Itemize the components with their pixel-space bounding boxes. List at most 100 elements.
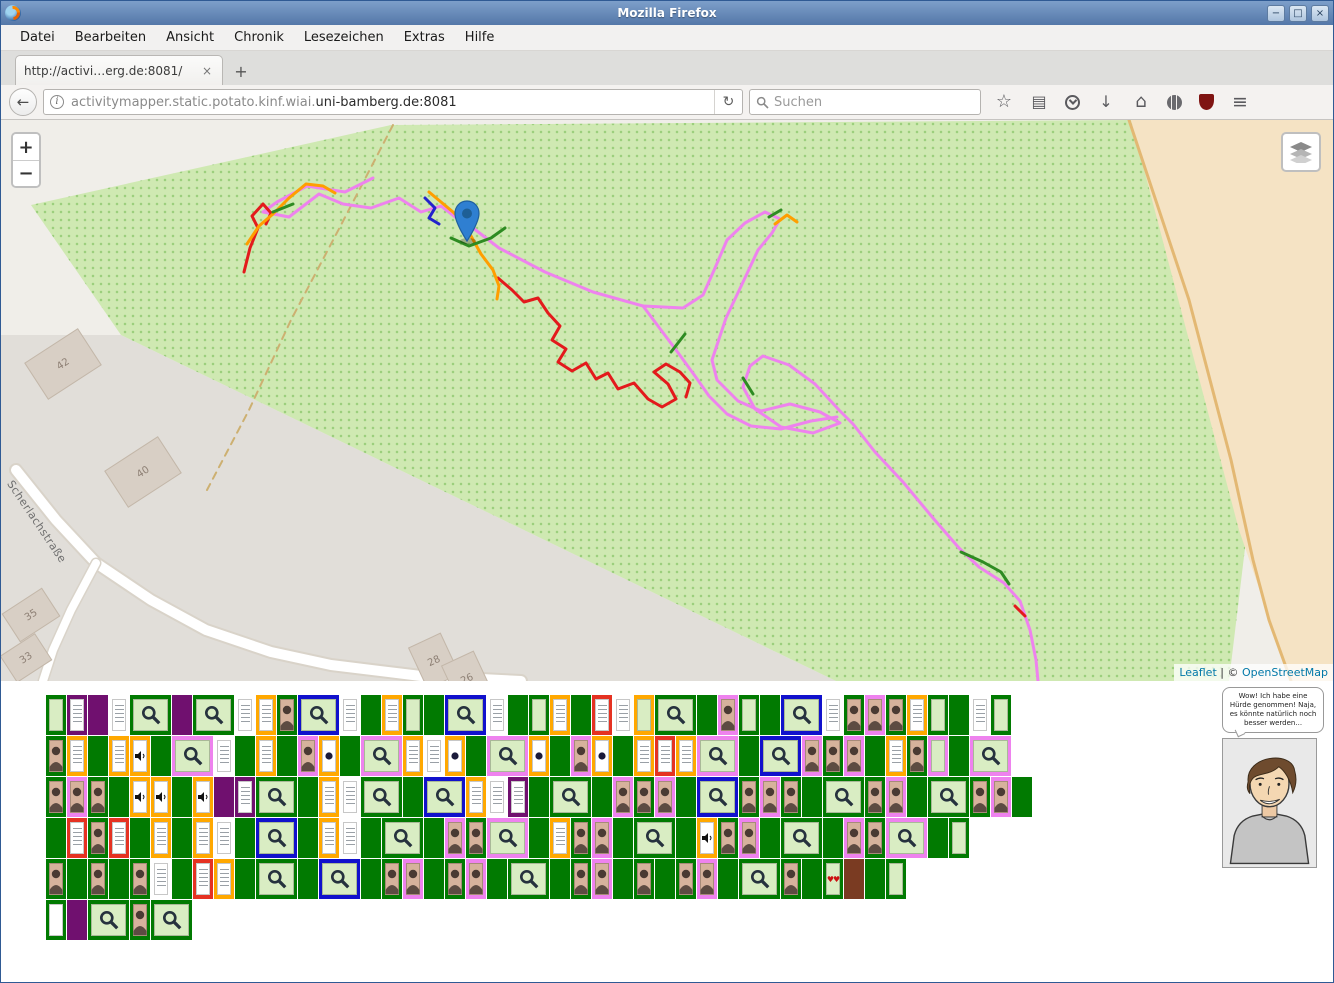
timeline-cell[interactable] (109, 818, 129, 858)
timeline-cell[interactable] (88, 777, 108, 817)
timeline-cell[interactable] (88, 695, 108, 735)
timeline-cell[interactable] (592, 859, 612, 899)
ublock-shield-icon[interactable] (1199, 94, 1214, 110)
home-icon[interactable]: ⌂ (1132, 93, 1150, 111)
timeline-cell[interactable] (592, 695, 612, 735)
timeline-cell[interactable] (172, 695, 192, 735)
timeline-cell[interactable] (298, 695, 339, 735)
timeline-cell[interactable] (193, 818, 213, 858)
timeline-cell[interactable] (256, 859, 297, 899)
timeline-cell[interactable] (151, 900, 192, 940)
timeline-cell[interactable] (634, 695, 654, 735)
timeline-cell[interactable] (487, 736, 528, 776)
timeline-cell[interactable] (193, 695, 234, 735)
timeline-cell[interactable] (46, 818, 66, 858)
timeline-cell[interactable] (403, 736, 423, 776)
timeline-cell[interactable] (46, 777, 66, 817)
timeline-cell[interactable] (886, 695, 906, 735)
timeline-cell[interactable] (256, 818, 297, 858)
timeline-cell[interactable] (550, 777, 591, 817)
timeline-cell[interactable] (298, 859, 318, 899)
timeline-cell[interactable] (865, 818, 885, 858)
close-button[interactable]: × (1311, 5, 1329, 22)
reload-button[interactable]: ↻ (714, 90, 742, 114)
timeline-cell[interactable] (634, 777, 654, 817)
timeline-cell[interactable] (550, 818, 570, 858)
timeline-cell[interactable] (340, 777, 360, 817)
timeline-cell[interactable] (949, 818, 969, 858)
timeline-cell[interactable] (508, 695, 528, 735)
timeline-cell[interactable] (340, 695, 360, 735)
timeline-cell[interactable] (886, 859, 906, 899)
maximize-button[interactable]: □ (1289, 5, 1307, 22)
timeline-cell[interactable] (592, 736, 612, 776)
timeline-cell[interactable] (781, 695, 822, 735)
menu-item-ansicht[interactable]: Ansicht (157, 27, 223, 48)
timeline-cell[interactable] (802, 859, 822, 899)
timeline-cell[interactable] (844, 818, 864, 858)
timeline-cell[interactable] (109, 777, 129, 817)
timeline-cell[interactable] (613, 777, 633, 817)
timeline-cell[interactable] (991, 777, 1011, 817)
layers-control[interactable] (1281, 132, 1321, 172)
timeline-cell[interactable] (466, 777, 486, 817)
timeline-cell[interactable] (46, 736, 66, 776)
timeline-cell[interactable] (865, 736, 885, 776)
timeline-cell[interactable] (1012, 777, 1032, 817)
downloads-icon[interactable]: ↓ (1097, 93, 1115, 111)
timeline-cell[interactable] (991, 695, 1011, 735)
timeline-cell[interactable] (907, 736, 927, 776)
zoom-in-button[interactable]: + (13, 134, 39, 160)
timeline-cell[interactable] (46, 695, 66, 735)
timeline-cell[interactable] (466, 859, 486, 899)
menu-item-bearbeiten[interactable]: Bearbeiten (66, 27, 155, 48)
timeline-cell[interactable] (109, 695, 129, 735)
timeline-cell[interactable] (781, 777, 801, 817)
timeline-cell[interactable] (67, 818, 87, 858)
bookmarks-menu-icon[interactable]: ▤ (1030, 93, 1048, 111)
timeline-cell[interactable] (67, 900, 87, 940)
timeline-cell[interactable] (865, 859, 885, 899)
timeline-cell[interactable] (634, 818, 675, 858)
timeline-cell[interactable] (697, 777, 738, 817)
menu-item-chronik[interactable]: Chronik (225, 27, 293, 48)
timeline-cell[interactable] (235, 818, 255, 858)
timeline-cell[interactable] (571, 859, 591, 899)
timeline-cell[interactable] (487, 695, 507, 735)
timeline-cell[interactable] (529, 818, 549, 858)
timeline-cell[interactable] (403, 695, 423, 735)
timeline-cell[interactable] (613, 818, 633, 858)
timeline-cell[interactable]: ♥♥ (823, 859, 843, 899)
timeline-cell[interactable] (256, 736, 276, 776)
timeline-cell[interactable] (592, 777, 612, 817)
menu-item-hilfe[interactable]: Hilfe (456, 27, 504, 48)
timeline-cell[interactable] (697, 859, 717, 899)
timeline-cell[interactable] (361, 818, 381, 858)
timeline-cell[interactable] (781, 859, 801, 899)
menu-item-datei[interactable]: Datei (11, 27, 64, 48)
timeline-cell[interactable] (760, 695, 780, 735)
tab-active[interactable]: http://activi…erg.de:8081/ × (15, 55, 223, 85)
extension-icon[interactable] (1167, 95, 1182, 110)
timeline-cell[interactable] (760, 736, 801, 776)
timeline-cell[interactable] (907, 695, 927, 735)
timeline-cell[interactable] (403, 777, 423, 817)
timeline-cell[interactable] (382, 859, 402, 899)
timeline-cell[interactable] (634, 859, 654, 899)
menu-hamburger-icon[interactable]: ≡ (1231, 93, 1249, 111)
timeline-cell[interactable] (193, 859, 213, 899)
leaflet-link[interactable]: Leaflet (1179, 666, 1216, 679)
search-input[interactable] (774, 95, 974, 110)
timeline-cell[interactable] (151, 736, 171, 776)
timeline-cell[interactable] (571, 736, 591, 776)
timeline-cell[interactable] (361, 695, 381, 735)
timeline-cell[interactable] (886, 818, 927, 858)
search-bar[interactable] (749, 89, 981, 115)
timeline-cell[interactable] (319, 859, 360, 899)
timeline-cell[interactable] (466, 818, 486, 858)
timeline-cell[interactable] (130, 695, 171, 735)
timeline-cell[interactable] (571, 818, 591, 858)
timeline-cell[interactable] (172, 777, 192, 817)
timeline-cell[interactable] (865, 695, 885, 735)
timeline-cell[interactable] (970, 777, 990, 817)
